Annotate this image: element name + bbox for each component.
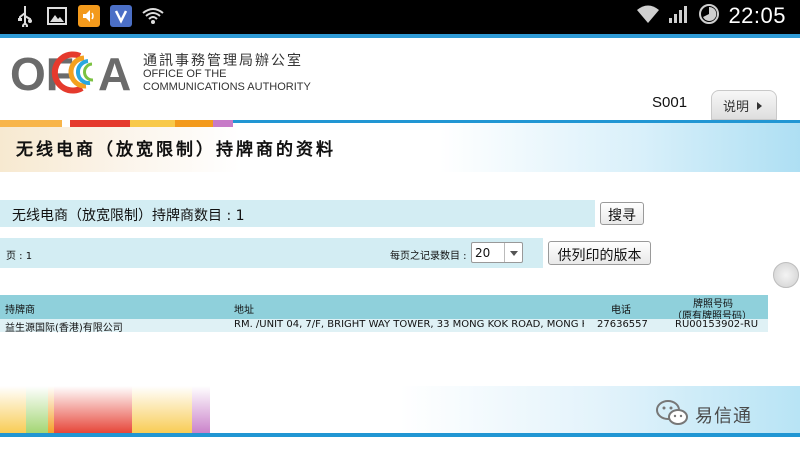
chevron-down-icon[interactable] — [504, 243, 522, 262]
wechat-icon — [655, 399, 689, 431]
print-version-button[interactable]: 供列印的版本 — [548, 241, 651, 265]
records-per-page-value: 20 — [475, 246, 491, 260]
banner-color-stripes — [0, 120, 260, 127]
org-name-cn: 通訊事務管理局辦公室 — [143, 53, 303, 69]
clock: 22:05 — [728, 3, 786, 28]
search-button[interactable]: 搜寻 — [600, 202, 644, 225]
cell-licensee: 益生源国际(香港)有限公司 — [5, 323, 123, 334]
records-per-page-select[interactable]: 20 — [471, 242, 523, 263]
v-app-icon — [110, 5, 132, 27]
table-row[interactable]: 益生源国际(香港)有限公司 RM. /UNIT 04, 7/F, BRIGHT … — [0, 319, 768, 334]
status-bar: 22:05 — [0, 0, 800, 34]
system-icons: 22:05 — [636, 3, 786, 29]
col-licensee: 持牌商 — [5, 305, 35, 316]
battery-icon — [698, 3, 720, 29]
cell-address: RM. /UNIT 04, 7/F, BRIGHT WAY TOWER, 33 … — [234, 319, 584, 330]
signal-icon — [668, 4, 690, 28]
audio-icon — [78, 5, 100, 27]
records-per-page-label: 每页之记录数目 : — [390, 251, 467, 262]
pager-bar: 页 : 1 每页之记录数目 : 20 — [0, 238, 543, 268]
col-address: 地址 — [234, 305, 254, 316]
table-header: 持牌商 地址 电话 牌照号码 （原有牌照号码） — [0, 295, 768, 322]
footer-color-stripes — [0, 386, 215, 436]
notification-icons — [14, 5, 164, 27]
chevron-right-icon — [757, 102, 762, 110]
help-tab[interactable]: 说明 — [711, 90, 777, 120]
footer-line — [0, 433, 800, 437]
licensee-count: 无线电商（放宽限制）持牌商数目 : 1 — [12, 208, 245, 224]
ofca-logo[interactable]: OF A — [10, 44, 140, 100]
svg-text:A: A — [98, 48, 131, 100]
licensee-table: 持牌商 地址 电话 牌照号码 （原有牌照号码） 益生源国际(香港)有限公司 RM… — [0, 295, 768, 334]
watermark: 易信通 — [655, 399, 752, 431]
licensee-count-bar: 无线电商（放宽限制）持牌商数目 : 1 — [0, 200, 595, 227]
image-icon — [46, 5, 68, 27]
title-banner: 无线电商（放宽限制）持牌商的资料 — [0, 120, 800, 172]
cell-licence-no: RU00153902-RU — [675, 319, 759, 330]
top-accent-line — [0, 34, 800, 38]
form-code: S001 — [652, 94, 688, 111]
page-title: 无线电商（放宽限制）持牌商的资料 — [16, 140, 336, 160]
wifi-icon — [636, 4, 660, 28]
page-number: 页 : 1 — [6, 251, 33, 262]
wifi-question-icon — [142, 5, 164, 27]
col-phone: 电话 — [611, 305, 631, 316]
floating-scroll-button[interactable] — [773, 262, 799, 288]
cell-phone: 27636557 — [597, 319, 648, 330]
org-name-en-line2: COMMUNICATIONS AUTHORITY — [143, 81, 311, 93]
org-name-en-line1: OFFICE OF THE — [143, 68, 227, 80]
usb-icon — [14, 5, 36, 27]
help-label: 说明 — [723, 100, 750, 115]
watermark-text: 易信通 — [695, 406, 752, 427]
